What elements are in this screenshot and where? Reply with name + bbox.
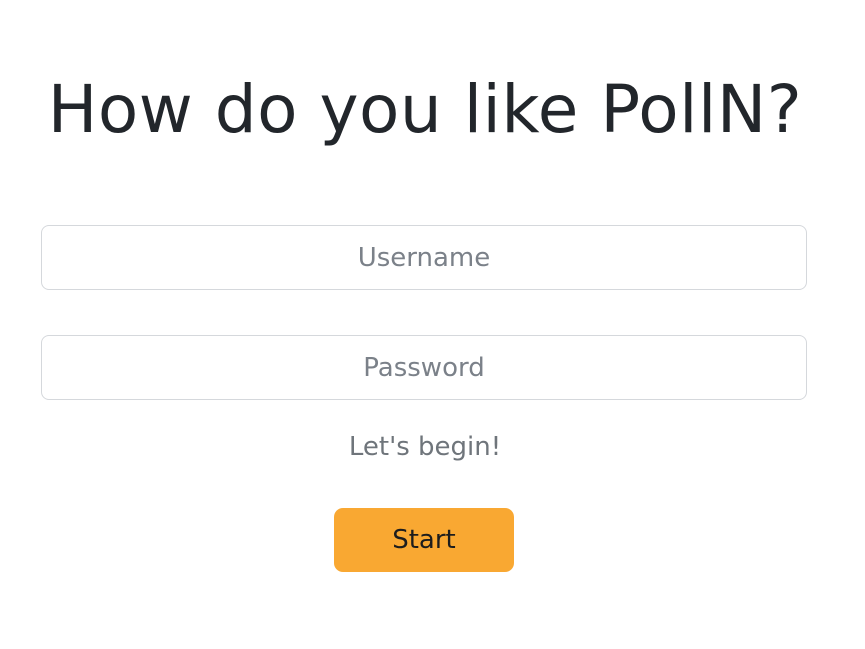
page-title: How do you like PollN? [47, 71, 803, 148]
password-input[interactable] [41, 335, 807, 400]
begin-prompt: Let's begin! [348, 432, 502, 462]
start-button[interactable]: Start [334, 508, 514, 572]
username-input[interactable] [41, 225, 807, 290]
login-page: How do you like PollN? Let's begin! Star… [0, 0, 865, 649]
